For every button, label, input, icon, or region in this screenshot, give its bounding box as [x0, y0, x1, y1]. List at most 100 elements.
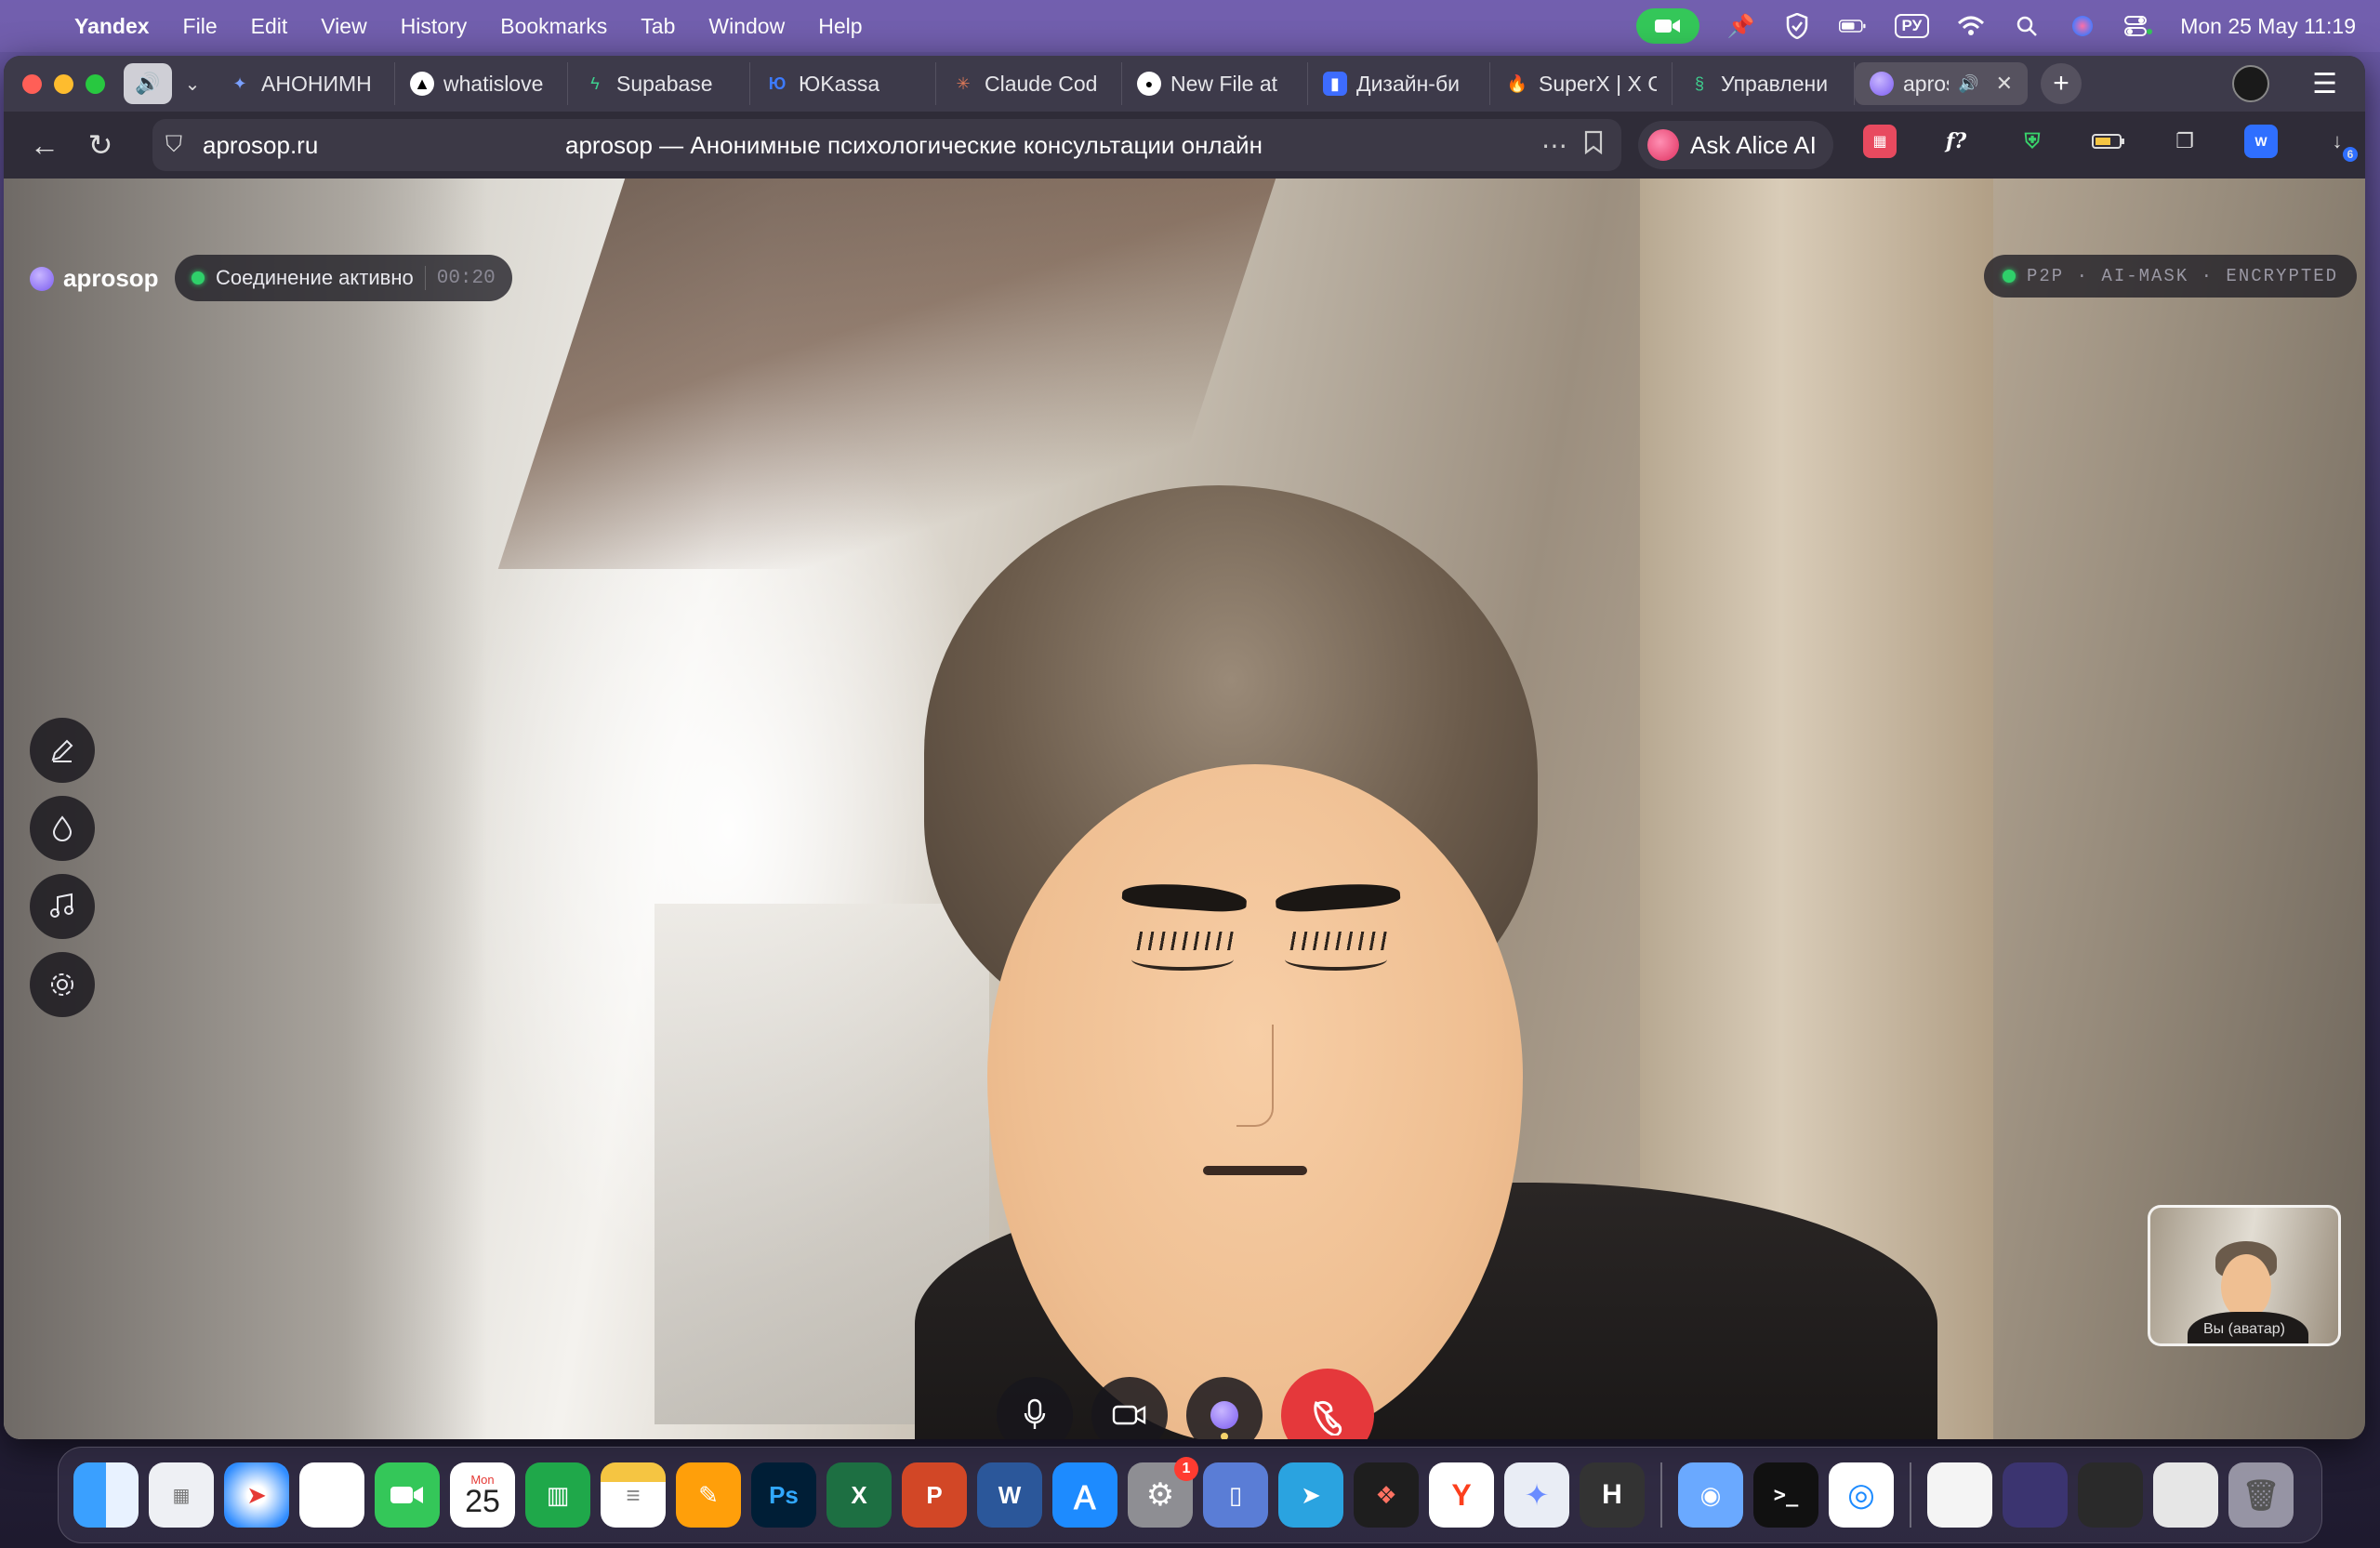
battery-icon[interactable]: [1838, 12, 1867, 40]
menu-file[interactable]: File: [183, 14, 218, 39]
sparkle-icon: ✦: [232, 73, 247, 93]
tab-design-brief[interactable]: ▮ Дизайн-би: [1308, 62, 1490, 105]
address-bar[interactable]: ⛉ aprosop.ru aprosop — Анонимные психоло…: [152, 119, 1621, 171]
audio-playing-icon[interactable]: 🔊: [124, 63, 172, 104]
safari-icon[interactable]: ➤: [224, 1462, 289, 1528]
numbers-icon[interactable]: ▥: [525, 1462, 590, 1528]
menu-history[interactable]: History: [401, 14, 468, 39]
menu-tab[interactable]: Tab: [641, 14, 675, 39]
minimize-window-button[interactable]: [54, 73, 73, 94]
quicktime-icon[interactable]: ◎: [1829, 1462, 1894, 1528]
wifi-icon[interactable]: [1957, 12, 1985, 40]
settings-tool-button[interactable]: [30, 952, 95, 1017]
word-icon[interactable]: W: [977, 1462, 1042, 1528]
self-view-preview[interactable]: Вы (аватар): [2148, 1205, 2341, 1346]
battery-saver-icon[interactable]: [2092, 125, 2125, 158]
figma-icon[interactable]: ❖: [1354, 1462, 1419, 1528]
telegram-icon[interactable]: ➤: [1278, 1462, 1343, 1528]
close-window-button[interactable]: [22, 73, 42, 94]
downloads-icon[interactable]: ↓ 6: [2320, 125, 2358, 162]
system-settings-icon[interactable]: ⚙ 1: [1128, 1457, 1198, 1528]
macos-dock: ▦ ➤ ✿ Mon 25 ▥ ≡ ✎ Ps X P W Ａ ⚙ 1 ▯ ➤ ❖ …: [58, 1447, 2322, 1543]
collections-icon[interactable]: ❐: [2168, 125, 2202, 158]
tab-superx[interactable]: 🔥 SuperX | X C: [1490, 62, 1673, 105]
gemini-icon[interactable]: ✦: [1504, 1462, 1569, 1528]
terminal-icon[interactable]: >_: [1753, 1462, 1818, 1528]
tab-management[interactable]: § Управлени: [1673, 62, 1855, 105]
adblock-shield-icon[interactable]: ⛨: [2016, 125, 2049, 158]
tab-anonymous[interactable]: ✦ АНОНИМН: [213, 62, 395, 105]
tab-title: SuperX | X C: [1539, 71, 1657, 96]
hype-icon[interactable]: H: [1580, 1462, 1645, 1528]
trash-icon[interactable]: 🗑: [2228, 1462, 2294, 1528]
microphone-button[interactable]: [997, 1377, 1073, 1439]
function-extension-icon[interactable]: f?: [1939, 125, 1973, 158]
app-store-icon[interactable]: Ａ: [1052, 1462, 1117, 1528]
recent-video-icon[interactable]: [2003, 1462, 2068, 1528]
security-badge: P2P · AI-MASK · ENCRYPTED: [1984, 255, 2358, 298]
simulator-icon[interactable]: ▯: [1203, 1462, 1268, 1528]
tab-whatislove[interactable]: ▲ whatislove: [395, 62, 568, 105]
back-arrow-icon[interactable]: ←: [17, 128, 73, 163]
browser-menu-icon[interactable]: ☰: [2312, 68, 2337, 100]
menu-app-name[interactable]: Yandex: [74, 14, 150, 39]
photoshop-icon[interactable]: Ps: [751, 1462, 816, 1528]
calendar-icon[interactable]: Mon 25: [450, 1462, 515, 1528]
ai-mask-toggle-button[interactable]: [1186, 1377, 1263, 1439]
translate-extension-icon[interactable]: W: [2244, 125, 2278, 158]
menu-edit[interactable]: Edit: [251, 14, 288, 39]
more-options-icon[interactable]: ⋯: [1541, 130, 1567, 161]
vpn-shield-icon[interactable]: [1783, 12, 1811, 40]
tab-title: АНОНИМН: [261, 71, 372, 96]
photos-icon[interactable]: ✿: [299, 1462, 364, 1528]
dropzone-icon[interactable]: ◉: [1678, 1462, 1743, 1528]
launchpad-icon[interactable]: ▦: [149, 1462, 214, 1528]
tab-supabase[interactable]: ϟ Supabase: [568, 62, 750, 105]
tab-strip: 🔊 ⌄ ✦ АНОНИМН ▲ whatislove ϟ Supabase Ю …: [4, 56, 2365, 112]
recent-document-icon[interactable]: [1927, 1462, 1992, 1528]
excel-icon[interactable]: X: [826, 1462, 892, 1528]
tab-aprosop-active[interactable]: aprosc 🔊 ✕: [1855, 62, 2028, 105]
recent-file-icon[interactable]: [2153, 1462, 2218, 1528]
tab-claude-code[interactable]: ✳ Claude Cod: [936, 62, 1122, 105]
music-tool-button[interactable]: [30, 874, 95, 939]
control-center-icon[interactable]: [2124, 12, 2153, 40]
droplet-tool-button[interactable]: [30, 796, 95, 861]
keyboard-layout-indicator[interactable]: РУ: [1894, 14, 1930, 38]
yandex-browser-icon[interactable]: Y: [1429, 1462, 1494, 1528]
extension-grid-icon[interactable]: ▦: [1863, 125, 1897, 158]
siri-icon[interactable]: [2069, 12, 2096, 40]
camera-button[interactable]: [1091, 1377, 1168, 1439]
close-tab-icon[interactable]: ✕: [1996, 72, 2013, 96]
facetime-icon[interactable]: [375, 1462, 440, 1528]
recent-screenshot-icon[interactable]: [2078, 1462, 2143, 1528]
camera-in-use-icon[interactable]: [1635, 8, 1699, 44]
finder-icon[interactable]: [73, 1462, 139, 1528]
tabs-dropdown-chevron-icon[interactable]: ⌄: [172, 73, 213, 96]
speaker-icon[interactable]: 🔊: [1958, 74, 1978, 94]
notes-icon[interactable]: ≡: [601, 1462, 666, 1528]
tab-yookassa[interactable]: Ю ЮKassa: [750, 62, 936, 105]
menubar-clock[interactable]: Mon 25 May 11:19: [2180, 14, 2356, 39]
bookmark-icon[interactable]: [1584, 130, 1603, 161]
call-timer: 00:20: [436, 267, 496, 289]
new-tab-button[interactable]: +: [2041, 63, 2082, 104]
menu-help[interactable]: Help: [818, 14, 862, 39]
site-security-shield-icon[interactable]: ⛉: [165, 132, 203, 158]
end-call-button[interactable]: [1281, 1369, 1374, 1439]
powerpoint-icon[interactable]: P: [902, 1462, 967, 1528]
pencil-tool-button[interactable]: [30, 718, 95, 783]
maximize-window-button[interactable]: [86, 73, 105, 94]
pin-icon[interactable]: 📌: [1727, 12, 1755, 40]
menu-bookmarks[interactable]: Bookmarks: [500, 14, 607, 39]
menu-view[interactable]: View: [321, 14, 366, 39]
pages-icon[interactable]: ✎: [676, 1462, 741, 1528]
url-domain[interactable]: aprosop.ru: [203, 131, 537, 160]
ask-alice-button[interactable]: Ask Alice AI: [1638, 121, 1833, 169]
tab-github-new-file[interactable]: ● New File at: [1122, 62, 1308, 105]
spotlight-search-icon[interactable]: [2013, 12, 2041, 40]
reload-icon[interactable]: ↻: [73, 127, 128, 163]
profile-avatar[interactable]: [2232, 65, 2270, 102]
menu-window[interactable]: Window: [708, 14, 785, 39]
settings-badge: 1: [1174, 1457, 1198, 1481]
